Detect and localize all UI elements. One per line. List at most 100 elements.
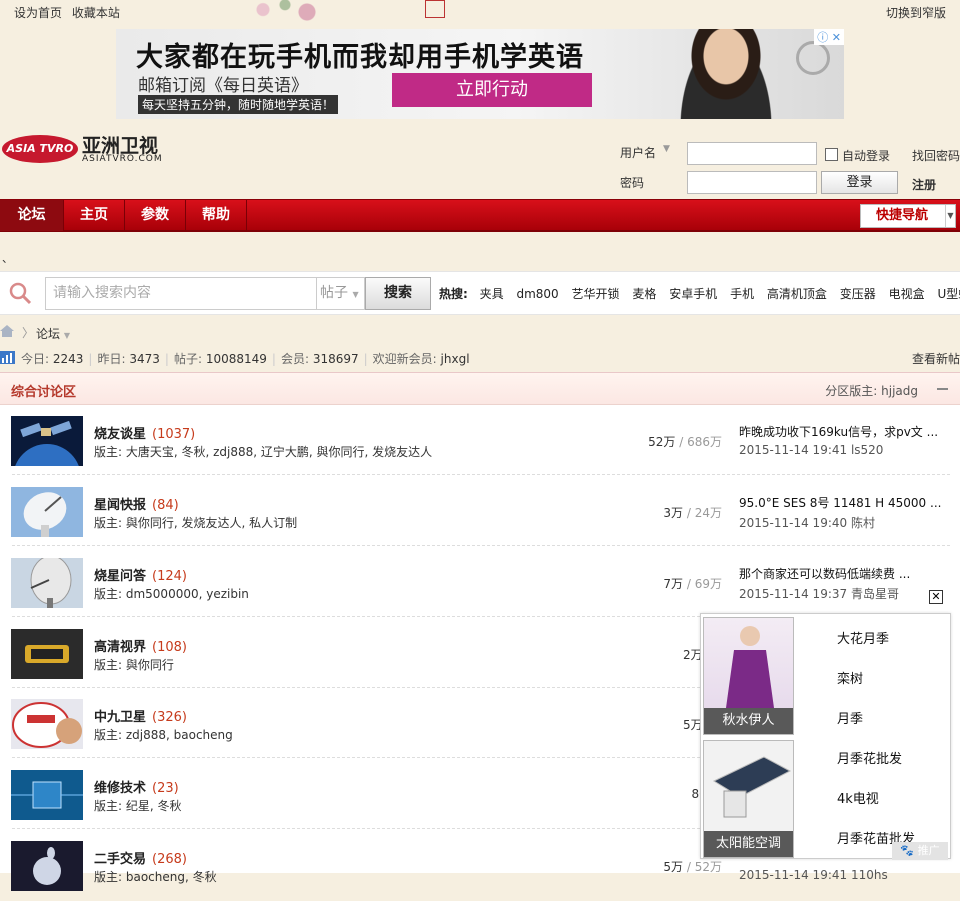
promo-badge: 🐾 推广 xyxy=(892,842,948,860)
forum-moderators: 版主: 大唐天宝, 冬秋, zdj888, 辽宁大鹏, 與你同行, 发烧友达人 xyxy=(94,445,433,459)
username-input[interactable] xyxy=(687,142,817,165)
ad-keyword[interactable]: 月季 xyxy=(837,708,863,727)
switch-width-link[interactable]: 切换到窄版 xyxy=(886,4,946,21)
forum-row: 星闻快报 (84) 版主: 與你同行, 发烧友达人, 私人订制 3万 / 24万 … xyxy=(0,477,960,547)
chevron-down-icon: ▼ xyxy=(945,205,955,227)
site-logo[interactable]: ASIA TVRO 亚洲卫视 ASIATVRO.COM xyxy=(2,131,162,167)
last-post-info: 2015-11-14 19:37 青岛星哥 xyxy=(739,587,899,601)
nav-help[interactable]: 帮助 xyxy=(186,200,247,231)
quick-nav-label: 快捷导航 xyxy=(876,208,929,223)
forum-stats: 今日: 2243 | 昨日: 3473 | 帖子: 10088149 | 会员: 31869… xyxy=(0,349,960,367)
autologin-checkbox[interactable] xyxy=(825,148,838,161)
row-divider xyxy=(12,545,950,546)
chevron-down-icon[interactable]: ▼ xyxy=(663,144,670,154)
woman-dress-image xyxy=(726,626,774,708)
login-button[interactable]: 登录 xyxy=(821,171,898,194)
hot-keyword[interactable]: 手机 xyxy=(730,287,754,301)
section-moderator: 分区版主: hjjadg xyxy=(825,382,918,399)
forum-name[interactable]: 中九卫星 (326) xyxy=(94,706,187,725)
forum-moderators: 版主: 與你同行 xyxy=(94,658,174,672)
forum-counts: 3万 / 24万 xyxy=(663,506,722,520)
forum-moderators: 版主: 纪星, 冬秋 xyxy=(94,799,182,813)
stray-mark: 、 xyxy=(2,252,13,265)
register-link[interactable]: 注册 xyxy=(912,176,936,193)
login-form: 用户名 ▼ 自动登录 找回密码 密码 登录 注册 xyxy=(619,142,960,198)
hot-keyword[interactable]: 安卓手机 xyxy=(669,287,717,301)
last-post-link[interactable]: 95.0°E SES 8号 11481 H 45000 ... xyxy=(739,494,944,511)
password-input[interactable] xyxy=(687,171,817,194)
ad-card-caption: 太阳能空调 xyxy=(704,831,793,857)
close-icon[interactable]: ✕ xyxy=(929,590,943,604)
nav-home[interactable]: 主页 xyxy=(64,200,125,231)
ad-keyword[interactable]: 4k电视 xyxy=(837,788,879,807)
hot-keyword[interactable]: 艺华开锁 xyxy=(572,287,620,301)
last-post-link[interactable]: 昨晚成功收下169ku信号，求pv文 ... xyxy=(739,423,944,440)
banner-cta-button[interactable]: 立即行动 xyxy=(392,73,592,107)
newest-member-link[interactable]: jhxgl xyxy=(441,352,470,366)
ad-keyword[interactable]: 月季花批发 xyxy=(837,748,902,767)
forum-moderators: 版主: dm5000000, yezibin xyxy=(94,587,249,601)
top-bar: 设为首页 收藏本站 切换到窄版 xyxy=(0,0,960,24)
chevron-down-icon: ▼ xyxy=(352,290,359,299)
hot-keyword[interactable]: dm800 xyxy=(516,287,558,301)
nav-forum[interactable]: 论坛 xyxy=(0,200,64,231)
search-button[interactable]: 搜索 xyxy=(365,277,431,310)
username-label[interactable]: 用户名 xyxy=(620,144,656,161)
home-icon[interactable] xyxy=(0,325,14,337)
ad-keyword[interactable]: 栾树 xyxy=(837,668,863,687)
forum-today-count: (23) xyxy=(152,781,179,796)
view-new-posts-link[interactable]: 查看新帖 xyxy=(912,350,960,367)
forum-name[interactable]: 星闻快报 (84) xyxy=(94,494,179,513)
satellite-dish-image[interactable] xyxy=(11,487,83,537)
zhongjiu-satellite-image[interactable] xyxy=(11,699,83,749)
ad-info-close-icon[interactable]: ⓘ ✕ xyxy=(814,29,844,45)
hdmi-cable-image[interactable] xyxy=(11,629,83,679)
circuit-chip-image[interactable] xyxy=(11,770,83,820)
hot-searches: 热搜: 夹具 dm800 艺华开锁 麦格 安卓手机 手机 高清机顶盒 变压器 电… xyxy=(439,285,960,302)
main-nav: 论坛 主页 参数 帮助 快捷导航 ▼ xyxy=(0,199,960,232)
hot-searches-label: 热搜: xyxy=(439,287,468,301)
search-type-select[interactable]: 帖子 ▼ xyxy=(316,277,365,310)
stats-line: 今日: 2243 | 昨日: 3473 | 帖子: 10088149 | 会员: 31869… xyxy=(21,352,470,366)
forum-name[interactable]: 二手交易 (268) xyxy=(94,848,187,867)
forum-moderators: 版主: zdj888, baocheng xyxy=(94,728,233,742)
hot-keyword[interactable]: 麦格 xyxy=(632,287,656,301)
forgot-password-link[interactable]: 找回密码 xyxy=(912,147,960,164)
hot-keyword[interactable]: 夹具 xyxy=(480,287,504,301)
forum-counts: 7万 / 69万 xyxy=(663,577,722,591)
apple-logo-image[interactable] xyxy=(11,841,83,891)
last-post-link[interactable]: 那个商家还可以数码低端续费 ... xyxy=(739,565,944,582)
set-homepage-link[interactable]: 设为首页 xyxy=(14,6,62,20)
peony-decoration xyxy=(230,0,340,24)
ad-card-dress[interactable]: 秋水伊人 xyxy=(703,617,794,735)
breadcrumb-forum[interactable]: 论坛 ▼ xyxy=(36,325,70,342)
section-title[interactable]: 综合讨论区 xyxy=(11,381,76,400)
ad-card-solar[interactable]: 太阳能空调 xyxy=(703,740,794,858)
bookmark-link[interactable]: 收藏本站 xyxy=(72,6,120,20)
search-input[interactable]: 请输入搜索内容 xyxy=(45,277,317,310)
forum-name[interactable]: 高清视界 (108) xyxy=(94,636,187,655)
forum-today-count: (108) xyxy=(152,640,187,655)
forum-row: 烧友谈星 (1037) 版主: 大唐天宝, 冬秋, zdj888, 辽宁大鹏, 與… xyxy=(0,406,960,476)
autologin-label[interactable]: 自动登录 xyxy=(842,147,890,164)
moderator-link[interactable]: hjjadg xyxy=(881,384,918,398)
hot-keyword[interactable]: 电视盒 xyxy=(889,287,925,301)
forum-name[interactable]: 烧星问答 (124) xyxy=(94,565,187,584)
banner-ad[interactable]: 大家都在玩手机而我却用手机学英语 邮箱订阅《每日英语》 每天坚持五分钟，随时随地… xyxy=(116,29,844,119)
banner-model-image xyxy=(676,29,776,119)
collapse-icon[interactable] xyxy=(937,388,948,390)
forum-name[interactable]: 维修技术 (23) xyxy=(94,777,179,796)
satellite-image[interactable] xyxy=(11,416,83,466)
bar-chart-icon xyxy=(0,351,15,364)
search-type-label: 帖子 xyxy=(320,285,348,301)
solar-panel-image xyxy=(712,756,792,818)
hot-keyword[interactable]: 变压器 xyxy=(840,287,876,301)
nav-params[interactable]: 参数 xyxy=(125,200,186,231)
hot-keyword[interactable]: 高清机顶盒 xyxy=(767,287,827,301)
forum-name[interactable]: 烧友谈星 (1037) xyxy=(94,423,195,442)
dish-antenna-image[interactable] xyxy=(11,558,83,608)
hot-keyword[interactable]: U型螺栓 xyxy=(937,287,960,301)
quick-nav-button[interactable]: 快捷导航 ▼ xyxy=(860,204,956,228)
logo-badge: ASIA TVRO xyxy=(2,135,78,163)
ad-keyword[interactable]: 大花月季 xyxy=(837,628,889,647)
